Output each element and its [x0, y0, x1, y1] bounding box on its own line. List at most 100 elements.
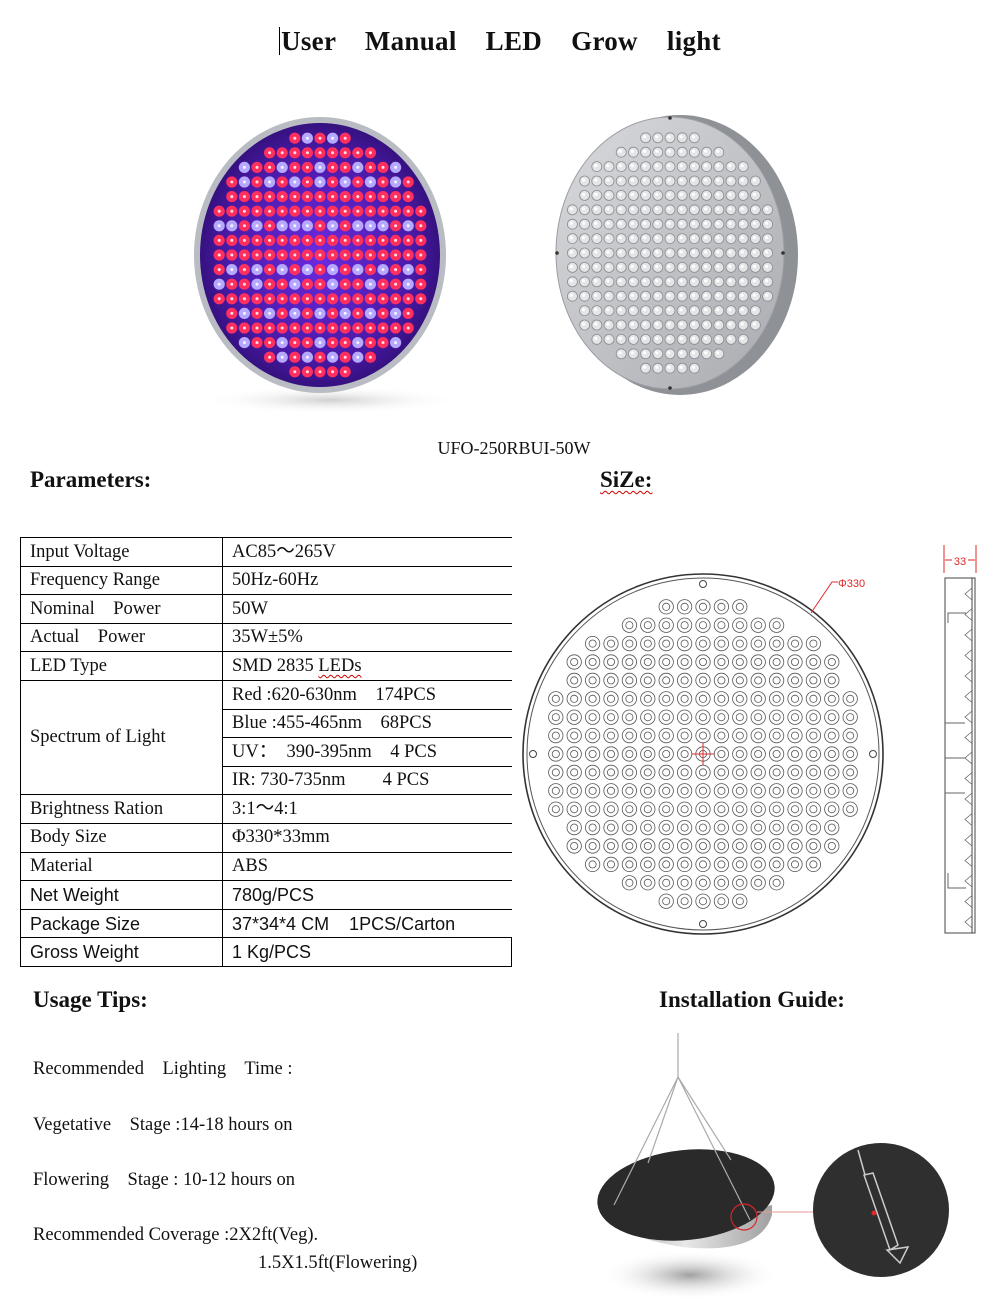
led-highlight: [368, 297, 372, 301]
led-highlight: [268, 238, 272, 242]
led-dome-highlight: [716, 250, 720, 254]
led-outline: [548, 801, 564, 817]
led-outline: [677, 893, 693, 909]
led-highlight: [318, 268, 322, 272]
led-highlight: [293, 268, 297, 272]
table-row: Body Size Φ330*33mm: [20, 822, 512, 853]
led-outline: [677, 654, 693, 670]
led-highlight: [381, 238, 385, 242]
led-outline: [695, 856, 711, 872]
led-dome-highlight: [679, 293, 683, 297]
led-dome-highlight: [618, 322, 622, 326]
led-highlight: [242, 209, 246, 213]
table-row: Input Voltage AC85～265V: [20, 537, 512, 567]
led-outline: [750, 728, 766, 744]
led-dome-highlight: [643, 308, 647, 312]
led-outline-inner: [588, 823, 597, 832]
led-outline: [658, 820, 674, 836]
led-highlight: [394, 209, 398, 213]
led-outline-inner: [827, 841, 836, 850]
led-outline-inner: [625, 768, 634, 777]
led-dome-highlight: [704, 192, 708, 196]
led-highlight: [305, 224, 309, 228]
led-highlight: [318, 282, 322, 286]
led-outline: [805, 820, 821, 836]
led-outline-inner: [772, 860, 781, 869]
led-highlight: [331, 326, 335, 330]
led-outline-inner: [680, 621, 689, 630]
led-dome-highlight: [630, 178, 634, 182]
led-outline-inner: [790, 694, 799, 703]
led-outline: [787, 654, 803, 670]
led-outline: [750, 820, 766, 836]
led-highlight: [280, 209, 284, 213]
led-outline-inner: [588, 841, 597, 850]
led-dome-highlight: [691, 279, 695, 283]
led-outline-inner: [809, 731, 818, 740]
led-dome-highlight: [643, 192, 647, 196]
led-highlight: [217, 238, 221, 242]
led-dome-highlight: [655, 279, 659, 283]
led-outline: [805, 672, 821, 689]
led-dome-highlight: [643, 322, 647, 326]
led-outline-inner: [680, 658, 689, 667]
led-outline-inner: [809, 749, 818, 758]
led-outline-inner: [588, 805, 597, 814]
led-highlight: [230, 311, 234, 315]
led-highlight: [356, 238, 360, 242]
led-outline-inner: [772, 713, 781, 722]
led-outline: [640, 801, 656, 817]
led-outline: [713, 728, 729, 744]
led-outline-inner: [662, 694, 671, 703]
led-outline-inner: [643, 749, 652, 758]
led-highlight: [280, 282, 284, 286]
led-outline: [603, 728, 619, 744]
led-outline-inner: [570, 658, 579, 667]
led-highlight: [268, 180, 272, 184]
led-outline-inner: [588, 658, 597, 667]
led-outline: [732, 801, 748, 817]
led-highlight: [293, 253, 297, 257]
led-outline-inner: [643, 676, 652, 685]
led-outline: [713, 801, 729, 817]
led-highlight: [394, 297, 398, 301]
led-outline-inner: [772, 805, 781, 814]
led-outline-inner: [607, 749, 616, 758]
led-outline: [824, 746, 840, 762]
led-dome-highlight: [655, 135, 659, 139]
led-outline: [585, 856, 601, 872]
document-title: User Manual LED Grow light: [0, 26, 1000, 57]
led-highlight: [305, 268, 309, 272]
led-dome-highlight: [752, 192, 756, 196]
led-profile-tooth: [964, 895, 973, 908]
led-outline-inner: [588, 639, 597, 648]
tip-coverage: Recommended Coverage :2X2ft(Veg).: [33, 1225, 319, 1245]
led-highlight: [419, 238, 423, 242]
led-dome-highlight: [716, 149, 720, 153]
led-dome-highlight: [643, 164, 647, 168]
tip-coverage-flowering: 1.5X1.5ft(Flowering): [258, 1253, 418, 1273]
led-outline-inner: [717, 841, 726, 850]
led-outline-inner: [735, 658, 744, 667]
led-dome-highlight: [582, 308, 586, 312]
led-highlight: [394, 268, 398, 272]
led-outline-inner: [607, 860, 616, 869]
led-outline-inner: [754, 713, 763, 722]
led-outline-inner: [846, 749, 855, 758]
led-dome-highlight: [752, 264, 756, 268]
led-outline-inner: [570, 823, 579, 832]
led-outline-inner: [754, 731, 763, 740]
spectrum-red: Red :620-630nm 174PCS: [222, 679, 512, 710]
led-outline-inner: [846, 731, 855, 740]
led-outline: [824, 691, 840, 707]
led-outline: [787, 764, 803, 780]
led-outline-inner: [772, 749, 781, 758]
led-outline-inner: [607, 658, 616, 667]
led-dome-highlight: [691, 264, 695, 268]
led-highlight: [356, 282, 360, 286]
led-dome-highlight: [667, 279, 671, 283]
led-highlight: [293, 297, 297, 301]
led-outline-inner: [662, 786, 671, 795]
led-dome-highlight: [679, 336, 683, 340]
led-outline: [805, 856, 821, 872]
